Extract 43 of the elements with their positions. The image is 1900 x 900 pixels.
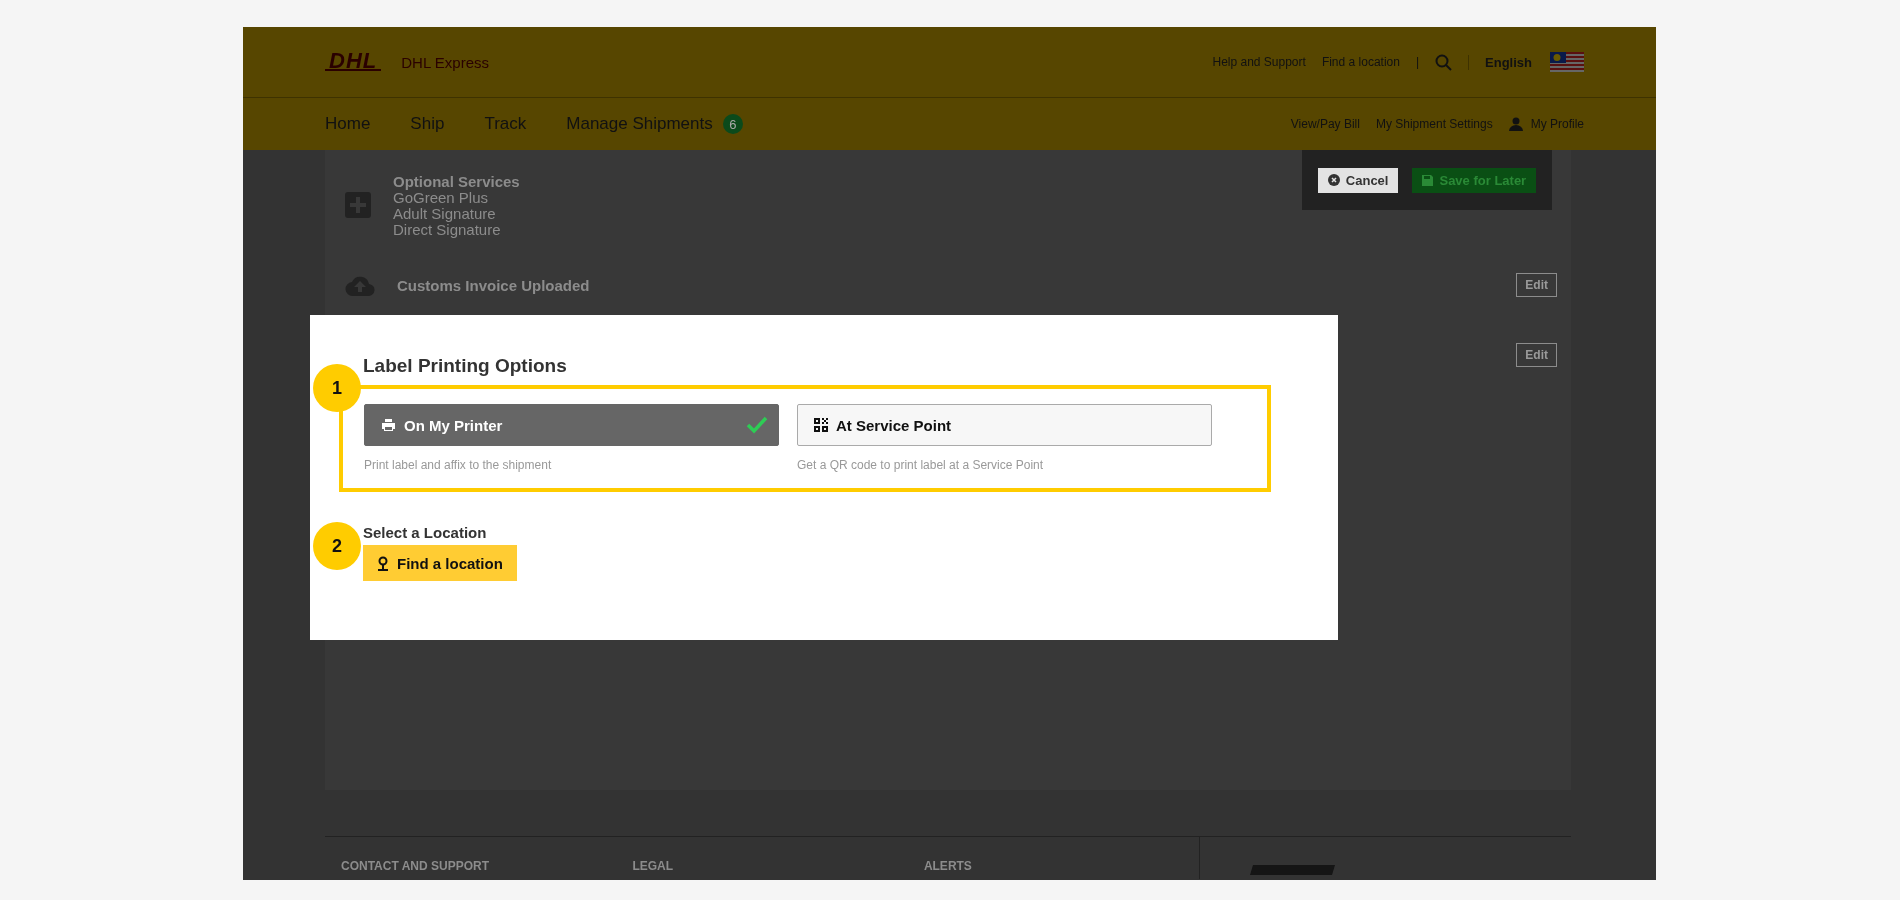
section-title: Customs Invoice Uploaded [397,276,590,294]
edit-button[interactable]: Edit [1516,343,1557,367]
step-badge: 2 [313,522,361,570]
close-icon [1327,174,1340,186]
flag-icon [1550,52,1584,72]
qr-code-icon [814,418,828,432]
nav-link[interactable]: My Shipment Settings [1375,117,1493,131]
brand-name: DHL Express [401,53,490,71]
cancel-button[interactable]: Cancel [1317,167,1399,193]
header-link[interactable]: Help and Support [1212,55,1306,69]
footer-heading: ALERTS [922,858,973,875]
footer-heading: CONTACT AND SUPPORT [340,858,490,875]
count-badge: 6 [722,114,743,134]
find-location-button[interactable]: Find a location [363,545,517,581]
separator: | [1415,55,1420,69]
footer-heading: LEGAL [631,858,675,875]
service-item: Direct Signature [393,221,501,238]
service-item: GoGreen Plus [393,189,489,206]
option-button[interactable]: On My Printer [364,404,779,446]
nav-link[interactable]: Ship [410,114,445,134]
service-item: Adult Signature [393,205,496,222]
logo: DHL [325,53,382,71]
nav-link[interactable]: Track [484,114,527,134]
map-pin-icon [377,555,389,571]
option-description: Print label and affix to the shipment [364,458,553,472]
section-title: Optional Services [393,172,520,190]
nav-link[interactable]: Home [325,114,371,134]
edit-button[interactable]: Edit [1516,273,1557,297]
save-button[interactable]: Save for Later [1412,167,1537,193]
header-link[interactable]: Find a location [1321,55,1400,69]
profile-link[interactable]: My Profile [1530,117,1584,131]
printer-icon [381,418,396,432]
option-button[interactable]: At Service Point [797,404,1212,446]
language-selector[interactable]: English [1468,54,1532,70]
nav-link[interactable]: Manage Shipments 6 [566,114,743,134]
check-icon [746,416,768,434]
modal-title: Label Printing Options [363,355,568,377]
user-icon [1508,117,1523,131]
nav-link[interactable]: View/Pay Bill [1290,117,1360,131]
step-badge: 1 [313,364,361,412]
search-icon[interactable] [1435,53,1453,71]
option-description: Get a QR code to print label at a Service Point [797,458,1045,472]
section-label: Select a Location [363,524,488,541]
